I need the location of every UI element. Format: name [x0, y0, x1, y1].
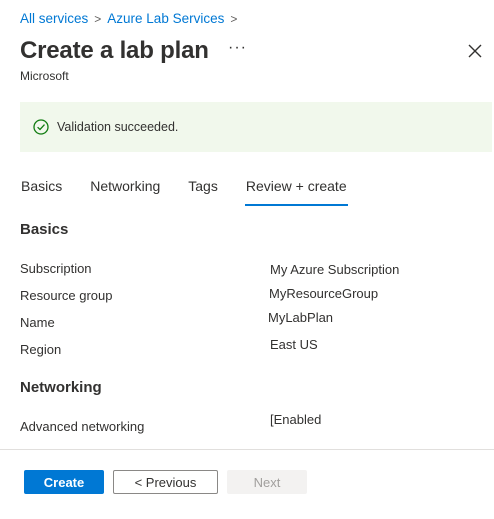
next-button[interactable]: Next [227, 470, 307, 494]
tab-basics[interactable]: Basics [21, 176, 62, 206]
check-circle-icon [33, 119, 49, 135]
field-label-advanced-networking: Advanced networking [20, 419, 145, 434]
tab-review-create[interactable]: Review + create [244, 176, 348, 206]
field-value-name: MyLabPlan [268, 310, 334, 325]
footer-divider [0, 449, 494, 450]
field-label-resource-group: Resource group [20, 288, 113, 303]
breadcrumb-separator: > [230, 12, 238, 26]
more-options-button[interactable]: ··· [228, 39, 247, 57]
breadcrumb-all-services[interactable]: All services [20, 11, 88, 26]
breadcrumb-separator: > [94, 12, 102, 26]
tab-networking[interactable]: Networking [90, 176, 160, 206]
tab-bar: Basics Networking Tags Review + create [20, 176, 375, 206]
breadcrumb: All services > Azure Lab Services > [20, 11, 243, 26]
field-value-advanced-networking: [Enabled [270, 412, 322, 427]
previous-button[interactable]: < Previous [113, 470, 218, 494]
page-subtitle: Microsoft [20, 69, 69, 83]
field-label-subscription: Subscription [20, 261, 92, 276]
validation-message: Validation succeeded. [57, 120, 179, 134]
tab-tags[interactable]: Tags [188, 176, 218, 206]
field-value-subscription: My Azure Subscription [270, 262, 400, 277]
breadcrumb-azure-lab-services[interactable]: Azure Lab Services [107, 11, 224, 26]
field-value-resource-group: MyResourceGroup [269, 286, 379, 301]
page-title: Create a lab plan [20, 37, 209, 64]
section-heading-networking: Networking [20, 379, 102, 396]
field-label-name: Name [20, 315, 55, 330]
field-label-region: Region [20, 342, 62, 357]
section-heading-basics: Basics [20, 221, 69, 238]
validation-banner: Validation succeeded. [20, 102, 492, 152]
close-icon[interactable] [467, 43, 483, 59]
create-button[interactable]: Create [24, 470, 104, 494]
field-value-region: East US [270, 337, 318, 352]
